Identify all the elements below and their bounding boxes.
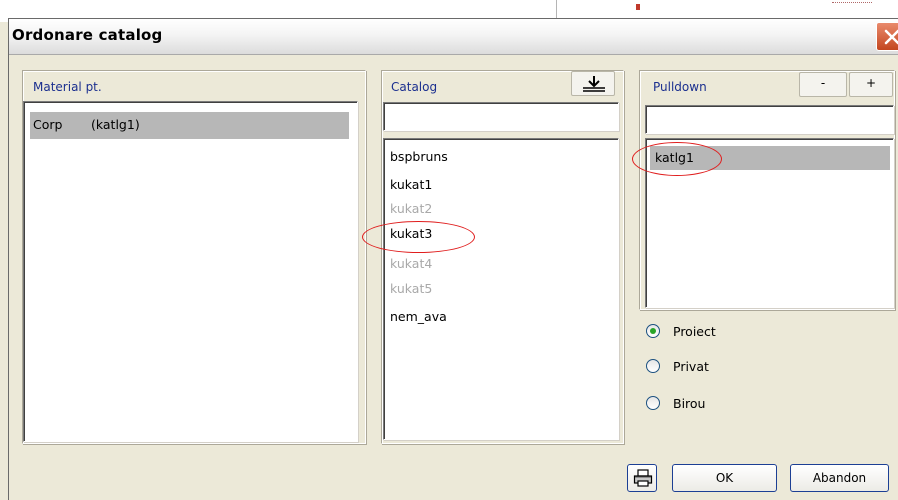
pulldown-add-button[interactable]: + [849, 72, 893, 97]
pulldown-item-label: katlg1 [655, 150, 694, 165]
ok-button[interactable]: OK [672, 464, 777, 492]
radio-selected-indicator [646, 324, 660, 338]
radio-birou[interactable]: Birou [646, 395, 766, 415]
material-list-item[interactable]: Corp (katlg1) [30, 112, 349, 139]
catalog-item[interactable]: kukat2 [390, 201, 432, 216]
radio-birou-label: Birou [673, 396, 706, 411]
catalog-list[interactable]: bspbruns kukat1 kukat2 kukat3 kukat4 kuk… [383, 138, 619, 440]
radio-indicator [646, 396, 660, 410]
radio-proiect-label: Proiect [673, 324, 716, 339]
pulldown-list-item[interactable]: katlg1 [650, 146, 890, 170]
pulldown-list[interactable]: katlg1 [645, 138, 894, 308]
pulldown-remove-button[interactable]: - [799, 72, 847, 97]
radio-privat[interactable]: Privat [646, 358, 766, 378]
material-label: Material pt. [33, 80, 102, 94]
radio-proiect[interactable]: Proiect [646, 323, 766, 343]
catalog-item[interactable]: kukat1 [390, 177, 432, 192]
download-icon [583, 76, 605, 92]
catalog-item[interactable]: kukat5 [390, 281, 432, 296]
background-scribble [832, 2, 872, 11]
material-name: Corp [33, 117, 63, 132]
catalog-item[interactable]: nem_ava [390, 309, 447, 324]
pulldown-label: Pulldown [653, 80, 707, 94]
radio-privat-label: Privat [673, 359, 709, 374]
dialog-title: Ordonare catalog [12, 26, 163, 44]
printer-icon [633, 469, 653, 487]
radio-indicator [646, 359, 660, 373]
material-catalog: (katlg1) [91, 117, 140, 132]
catalog-item[interactable]: kukat4 [390, 256, 432, 271]
background-mark [636, 4, 640, 10]
catalog-item[interactable]: bspbruns [390, 149, 448, 164]
catalog-label: Catalog [391, 80, 438, 94]
print-button[interactable] [627, 464, 657, 492]
pulldown-filter-input[interactable] [645, 105, 894, 134]
close-button[interactable] [876, 22, 898, 51]
close-icon [884, 29, 898, 45]
material-list[interactable]: Corp (katlg1) [23, 101, 358, 442]
catalog-item[interactable]: kukat3 [390, 226, 432, 241]
cancel-button[interactable]: Abandon [790, 464, 889, 492]
catalog-filter-input[interactable] [383, 102, 619, 131]
catalog-download-button[interactable] [571, 71, 615, 96]
